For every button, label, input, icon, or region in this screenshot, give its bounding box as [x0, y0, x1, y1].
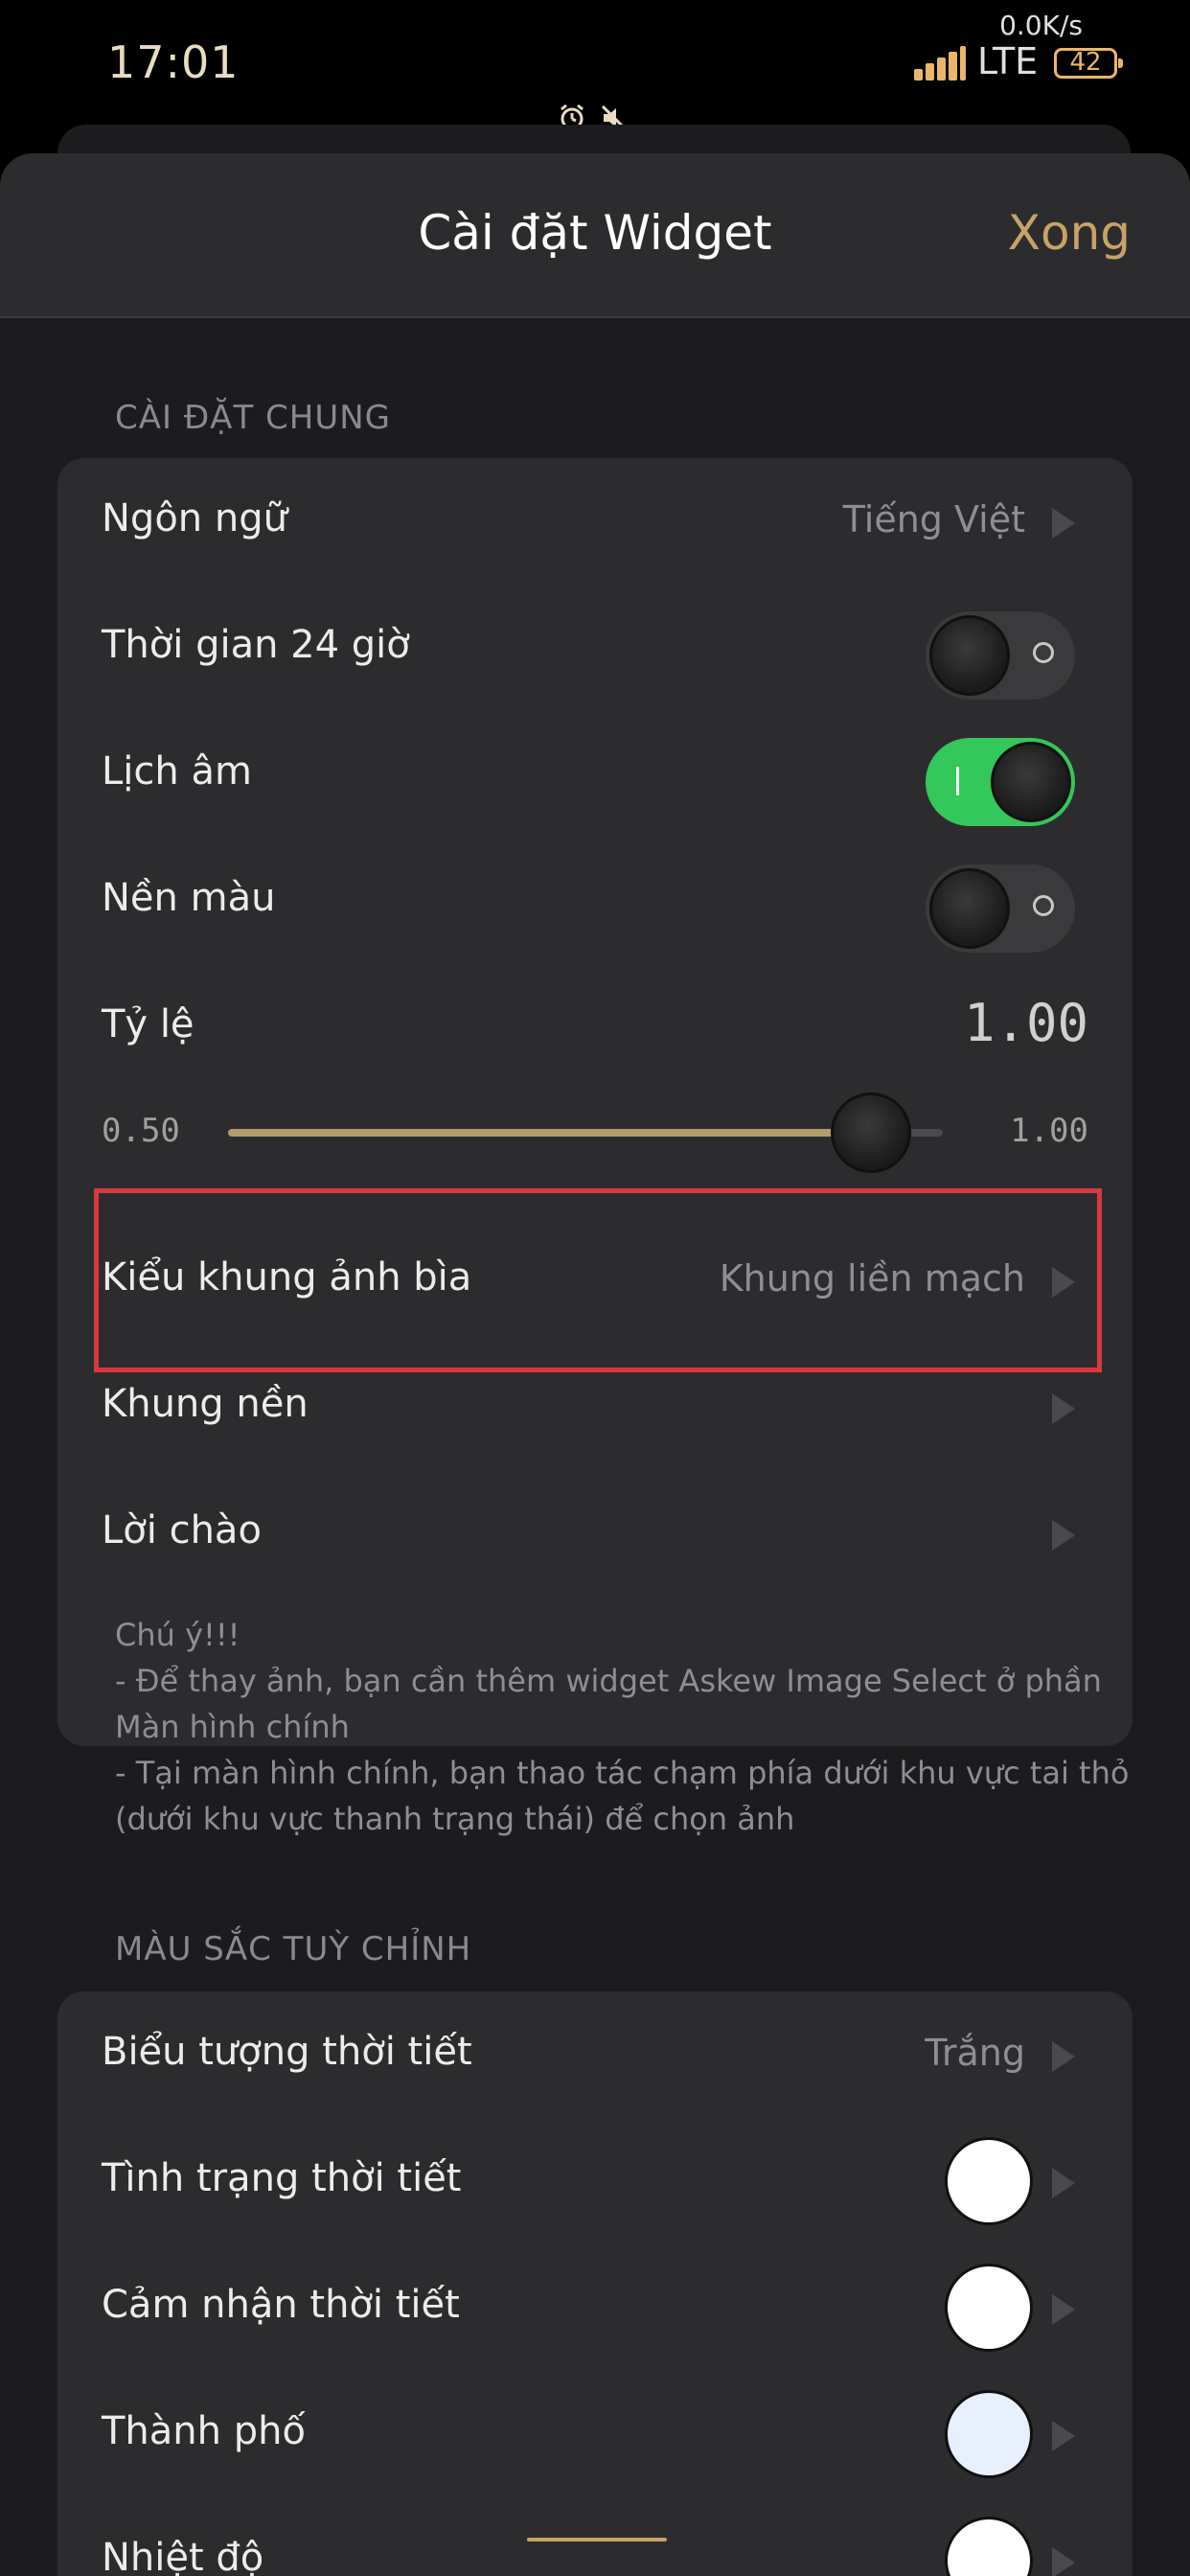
scale-slider-row: 0.50 1.00 [57, 1083, 1133, 1179]
temperature-label: Nhiệt độ [102, 2536, 264, 2576]
chevron-right-icon [1052, 2421, 1075, 2451]
battery-icon: 42 [1054, 48, 1123, 79]
background-frame-label: Khung nền [102, 1382, 309, 1426]
color-swatch[interactable] [945, 2137, 1033, 2225]
chevron-right-icon [1052, 2547, 1075, 2576]
scale-row: Tỷ lệ 1.00 [57, 964, 1133, 1091]
chevron-right-icon [1052, 2041, 1075, 2072]
chevron-right-icon [1052, 1520, 1075, 1551]
city-label: Thành phố [102, 2409, 306, 2453]
weather-icon-row[interactable]: Biểu tượng thời tiết Trắng [57, 1991, 1133, 2118]
color-swatch[interactable] [945, 2264, 1033, 2352]
scale-label: Tỷ lệ [102, 1002, 195, 1046]
chevron-right-icon [1052, 2294, 1075, 2325]
lunar-calendar-label: Lịch âm [102, 749, 252, 794]
section-label-colors: MÀU SẮC TUỲ CHỈNH [115, 1930, 472, 1968]
greeting-row[interactable]: Lời chào [57, 1470, 1133, 1597]
language-label: Ngôn ngữ [102, 496, 287, 540]
partial-accent-bar [527, 2538, 667, 2542]
network-type: LTE [977, 40, 1039, 82]
off-indicator-icon [1033, 642, 1054, 663]
weather-icon-value: Trắng [925, 2032, 1025, 2074]
time24-label: Thời gian 24 giờ [102, 623, 410, 667]
weather-condition-label: Tình trạng thời tiết [102, 2156, 462, 2200]
toggle-knob [929, 615, 1010, 696]
lunar-calendar-toggle[interactable] [926, 738, 1075, 826]
sheet-header: Cài đặt Widget Xong [0, 153, 1190, 318]
note-line: (dưới khu vực thanh trạng thái) để chọn … [115, 1801, 795, 1837]
note-line: - Tại màn hình chính, bạn thao tác chạm … [115, 1755, 1130, 1791]
slider-min-label: 0.50 [102, 1112, 180, 1150]
language-value: Tiếng Việt [842, 498, 1025, 540]
battery-level: 42 [1069, 48, 1102, 77]
network-speed: 0.0K/s [999, 10, 1083, 41]
scale-slider[interactable] [228, 1092, 943, 1173]
weather-condition-row[interactable]: Tình trạng thời tiết [57, 2118, 1133, 2244]
toggle-knob [929, 868, 1010, 949]
on-indicator-icon [956, 767, 959, 795]
color-swatch[interactable] [945, 2517, 1033, 2576]
greeting-label: Lời chào [102, 1508, 262, 1552]
done-button[interactable]: Xong [1008, 205, 1131, 261]
status-bar: 17:01 0.0K/s LTE 42 [0, 0, 1190, 182]
slider-fill [228, 1129, 872, 1137]
general-settings-group: Ngôn ngữ Tiếng Việt Thời gian 24 giờ Lịc… [57, 458, 1133, 1746]
chevron-right-icon [1052, 508, 1075, 539]
time24-row: Thời gian 24 giờ [57, 585, 1133, 711]
chevron-right-icon [1052, 2168, 1075, 2198]
time24-toggle[interactable] [926, 611, 1075, 700]
background-color-row: Nền màu [57, 838, 1133, 964]
signal-icon [914, 46, 966, 80]
section-label-general: CÀI ĐẶT CHUNG [115, 399, 391, 437]
scale-value: 1.00 [963, 993, 1088, 1053]
background-color-label: Nền màu [102, 876, 276, 920]
temperature-row[interactable]: Nhiệt độ [57, 2497, 1133, 2576]
feels-like-label: Cảm nhận thời tiết [102, 2283, 460, 2327]
background-color-toggle[interactable] [926, 864, 1075, 953]
note-line: Chú ý!!! [115, 1617, 240, 1653]
note-line: Màn hình chính [115, 1709, 350, 1745]
off-indicator-icon [1033, 895, 1054, 916]
slider-max-label: 1.00 [1010, 1112, 1088, 1150]
widget-settings-sheet: Cài đặt Widget Xong CÀI ĐẶT CHUNG Ngôn n… [0, 153, 1190, 2576]
language-row[interactable]: Ngôn ngữ Tiếng Việt [57, 458, 1133, 585]
lunar-calendar-row: Lịch âm [57, 711, 1133, 838]
weather-icon-label: Biểu tượng thời tiết [102, 2030, 472, 2074]
toggle-knob [991, 742, 1071, 822]
color-swatch[interactable] [945, 2390, 1033, 2478]
feels-like-row[interactable]: Cảm nhận thời tiết [57, 2244, 1133, 2371]
chevron-right-icon [1052, 1393, 1075, 1424]
color-settings-group: Biểu tượng thời tiết Trắng Tình trạng th… [57, 1991, 1133, 2576]
note-line: - Để thay ảnh, bạn cần thêm widget Askew… [115, 1663, 1102, 1699]
clock: 17:01 [107, 36, 240, 88]
highlight-box [94, 1188, 1102, 1372]
city-row[interactable]: Thành phố [57, 2371, 1133, 2497]
slider-handle[interactable] [831, 1092, 912, 1173]
note-text: Chú ý!!! - Để thay ảnh, bạn cần thêm wid… [115, 1612, 1130, 1842]
